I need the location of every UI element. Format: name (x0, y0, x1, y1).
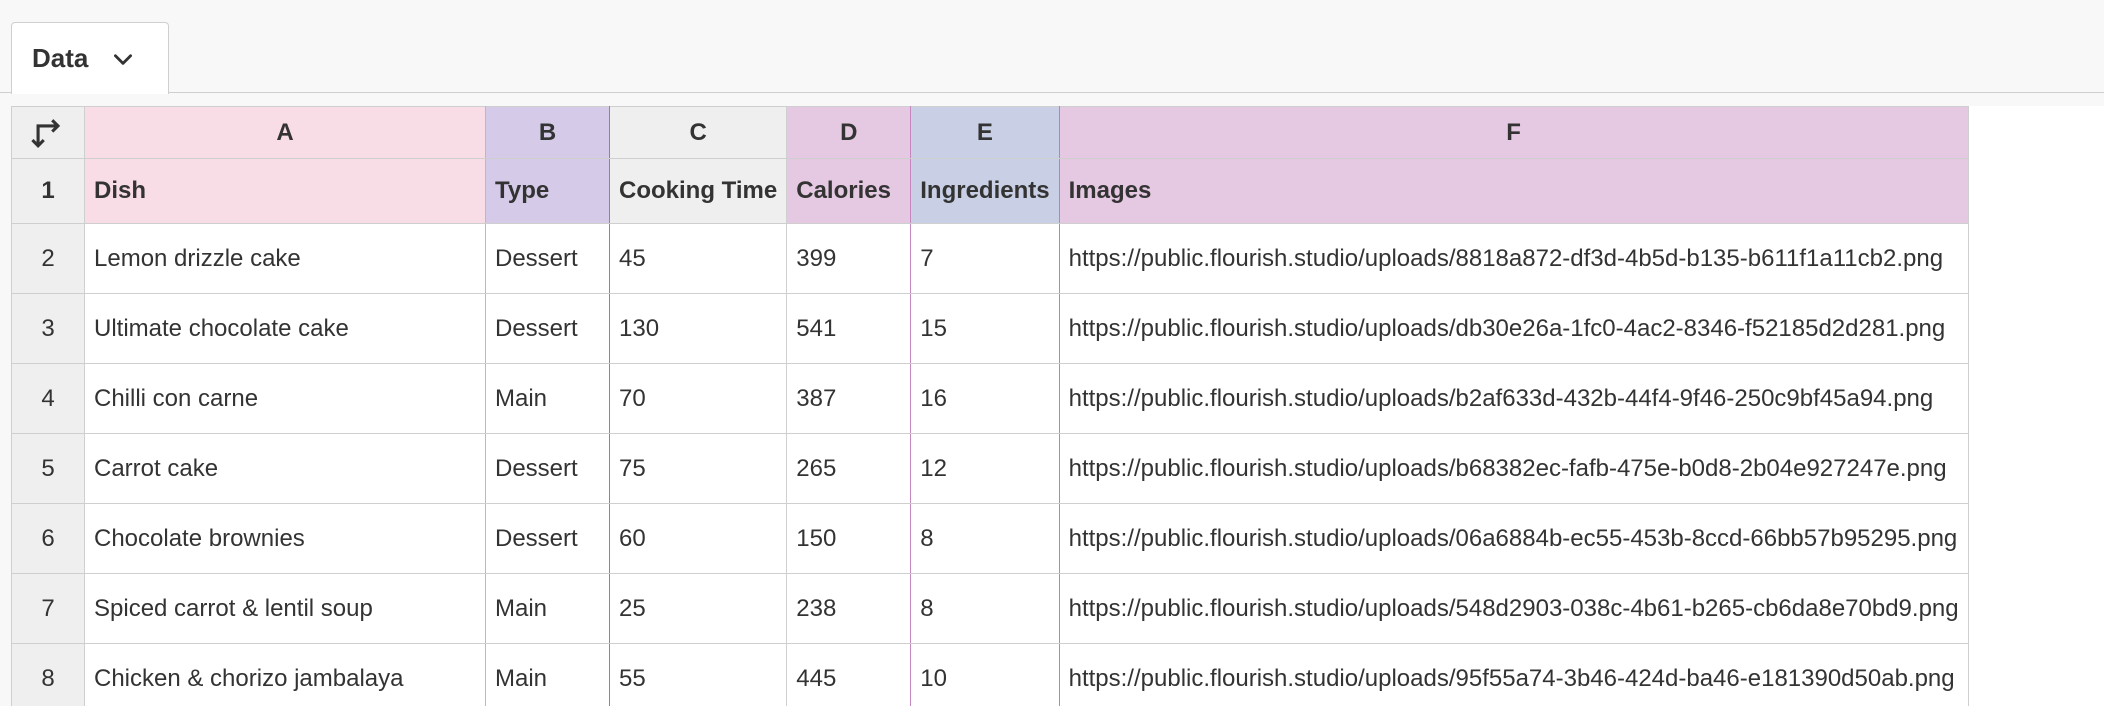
table-row: 6 Chocolate brownies Dessert 60 150 8 ht… (11, 503, 1969, 574)
row-number[interactable]: 3 (11, 293, 85, 364)
table-row: 4 Chilli con carne Main 70 387 16 https:… (11, 363, 1969, 434)
cell[interactable]: Dessert (485, 223, 610, 294)
cell[interactable]: 60 (608, 503, 788, 574)
cell[interactable]: 25 (608, 573, 788, 644)
cell[interactable]: Lemon drizzle cake (84, 223, 486, 294)
cell[interactable]: https://public.flourish.studio/uploads/b… (1058, 433, 1969, 504)
row-number[interactable]: 5 (11, 433, 85, 504)
row-number[interactable]: 7 (11, 573, 85, 644)
cell[interactable]: 8 (910, 503, 1060, 574)
cell[interactable]: Carrot cake (84, 433, 486, 504)
cell[interactable]: Chilli con carne (84, 363, 486, 434)
cell[interactable]: Calories (786, 158, 912, 224)
column-header-a[interactable]: A (84, 106, 486, 159)
cell[interactable]: 70 (608, 363, 788, 434)
cell[interactable]: Main (485, 573, 610, 644)
cell[interactable]: 45 (608, 223, 788, 294)
cell[interactable]: 75 (608, 433, 788, 504)
cell[interactable]: 55 (608, 643, 788, 706)
cell[interactable]: Dessert (485, 503, 610, 574)
table-row: 8 Chicken & chorizo jambalaya Main 55 44… (11, 643, 1969, 706)
cell[interactable]: https://public.flourish.studio/uploads/5… (1058, 573, 1969, 644)
cell[interactable]: 541 (786, 293, 912, 364)
cell[interactable]: https://public.flourish.studio/uploads/9… (1058, 643, 1969, 706)
sheet-tab-bar: Data (0, 0, 2104, 94)
cell[interactable]: Images (1058, 158, 1969, 224)
cell[interactable]: 12 (910, 433, 1060, 504)
cell[interactable]: 16 (910, 363, 1060, 434)
table-row: 3 Ultimate chocolate cake Dessert 130 54… (11, 293, 1969, 364)
cell[interactable]: Dish (84, 158, 486, 224)
cell[interactable]: Chocolate brownies (84, 503, 486, 574)
cell[interactable]: 7 (910, 223, 1060, 294)
cell[interactable]: Main (485, 643, 610, 706)
chevron-down-icon (114, 53, 133, 65)
data-tab-label: Data (32, 43, 89, 73)
row-number[interactable]: 8 (11, 643, 85, 706)
cell[interactable]: 130 (608, 293, 788, 364)
cell[interactable]: 8 (910, 573, 1060, 644)
column-header-c[interactable]: C (608, 106, 788, 159)
row-number[interactable]: 2 (11, 223, 85, 294)
cell[interactable]: https://public.flourish.studio/uploads/0… (1058, 503, 1969, 574)
spreadsheet-grid: A B C D E F 1 Dish Type Cooking Time Cal… (11, 106, 2104, 706)
cell[interactable]: Main (485, 363, 610, 434)
row-number[interactable]: 6 (11, 503, 85, 574)
cell[interactable]: Ingredients (910, 158, 1060, 224)
table-row: 5 Carrot cake Dessert 75 265 12 https://… (11, 433, 1969, 504)
cell[interactable]: Spiced carrot & lentil soup (84, 573, 486, 644)
column-header-f[interactable]: F (1058, 106, 1969, 159)
cell[interactable]: 238 (786, 573, 912, 644)
cell[interactable]: 445 (786, 643, 912, 706)
table-row: 1 Dish Type Cooking Time Calories Ingred… (11, 158, 1969, 224)
column-header-d[interactable]: D (786, 106, 912, 159)
cell[interactable]: 10 (910, 643, 1060, 706)
cell[interactable]: 399 (786, 223, 912, 294)
cell[interactable]: Type (485, 158, 610, 224)
cell[interactable]: Dessert (485, 433, 610, 504)
data-table: A B C D E F 1 Dish Type Cooking Time Cal… (11, 106, 1969, 706)
cell[interactable]: 150 (786, 503, 912, 574)
table-row: 7 Spiced carrot & lentil soup Main 25 23… (11, 573, 1969, 644)
row-number[interactable]: 4 (11, 363, 85, 434)
table-row: 2 Lemon drizzle cake Dessert 45 399 7 ht… (11, 223, 1969, 294)
cell[interactable]: Dessert (485, 293, 610, 364)
cell[interactable]: Chicken & chorizo jambalaya (84, 643, 486, 706)
cell[interactable]: https://public.flourish.studio/uploads/8… (1058, 223, 1969, 294)
cell[interactable]: Cooking Time (608, 158, 788, 224)
transpose-icon (31, 118, 61, 148)
column-header-e[interactable]: E (910, 106, 1060, 159)
column-header-b[interactable]: B (485, 106, 610, 159)
row-number[interactable]: 1 (11, 158, 85, 224)
data-tab[interactable]: Data (11, 22, 169, 94)
cell[interactable]: 265 (786, 433, 912, 504)
cell[interactable]: https://public.flourish.studio/uploads/b… (1058, 363, 1969, 434)
transpose-button[interactable] (11, 106, 85, 159)
cell[interactable]: https://public.flourish.studio/uploads/d… (1058, 293, 1969, 364)
cell[interactable]: 387 (786, 363, 912, 434)
cell[interactable]: Ultimate chocolate cake (84, 293, 486, 364)
cell[interactable]: 15 (910, 293, 1060, 364)
